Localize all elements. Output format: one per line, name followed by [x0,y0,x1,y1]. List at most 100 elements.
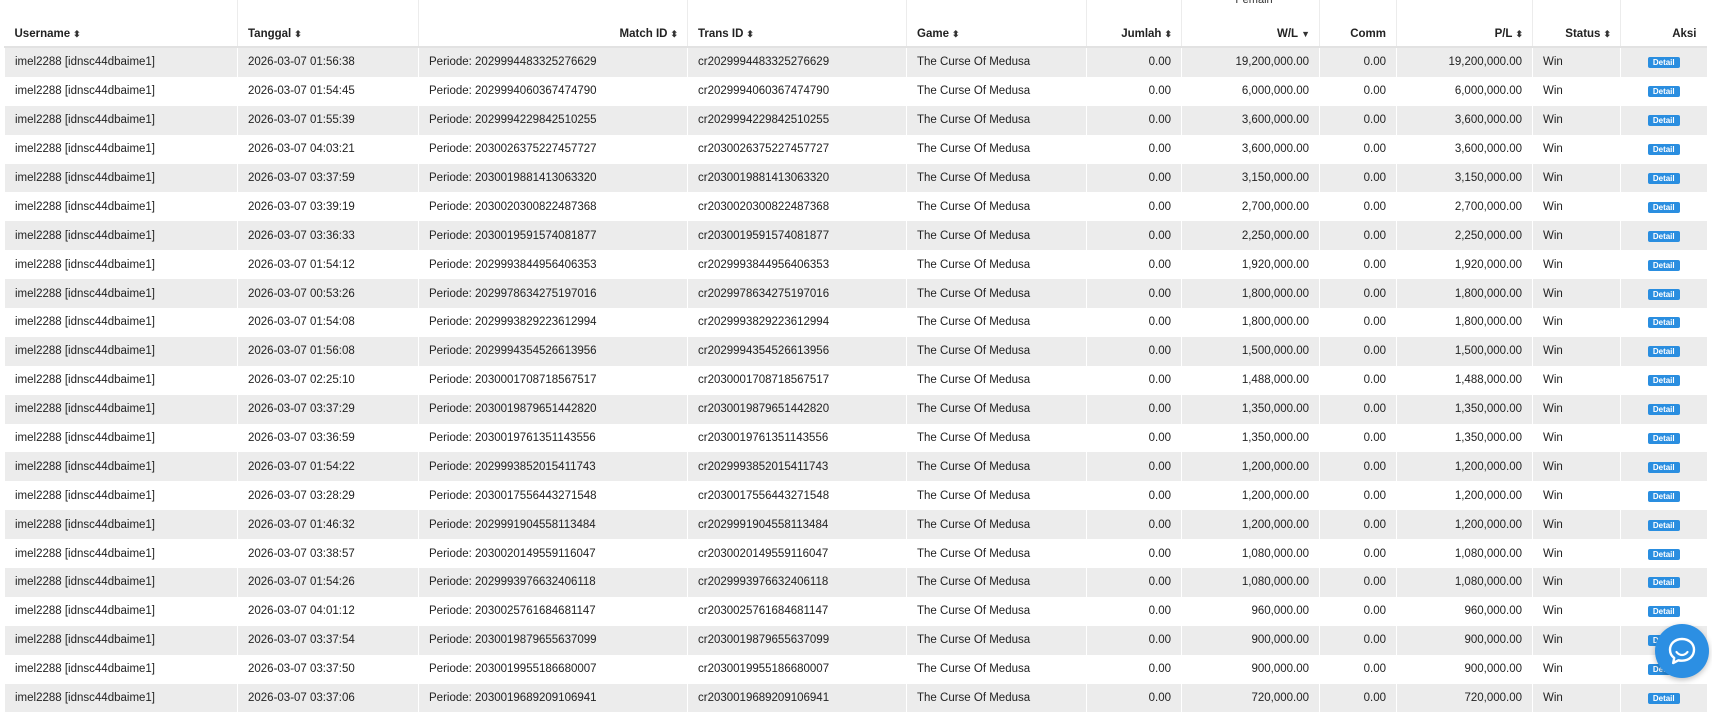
table-row: imel2288 [idnsc44dbaime1] 2026-03-07 03:3… [4,394,1707,424]
cell-match-id: Periode: 2029994229842510255 [418,105,688,135]
cell-comm: 0.00 [1319,596,1397,626]
cell-pl: 1,800,000.00 [1396,279,1533,309]
cell-jumlah: 0.00 [1086,394,1182,424]
cell-comm: 0.00 [1319,308,1397,337]
cell-comm: 0.00 [1319,539,1397,569]
table-row: imel2288 [idnsc44dbaime1] 2026-03-07 01:5… [4,568,1707,597]
detail-button[interactable]: Detail [1647,288,1680,300]
detail-button[interactable]: Detail [1647,433,1680,445]
cell-aksi: Detail [1620,510,1707,540]
cell-comm: 0.00 [1319,654,1397,684]
cell-aksi: Detail [1620,76,1707,106]
cell-tanggal: 2026-03-07 00:53:26 [237,279,419,309]
sort-icon[interactable]: ⬍ [1603,29,1610,39]
detail-button[interactable]: Detail [1647,259,1680,271]
cell-aksi: Detail [1620,481,1707,511]
cell-username: imel2288 [idnsc44dbaime1] [4,539,238,569]
cell-aksi: Detail [1620,336,1707,366]
cell-jumlah: 0.00 [1086,47,1182,77]
detail-button[interactable]: Detail [1647,548,1680,560]
detail-button[interactable]: Detail [1647,346,1680,358]
cell-jumlah: 0.00 [1086,365,1182,395]
detail-button[interactable]: Detail [1647,693,1680,705]
col-header-match-id[interactable]: Match ID ⬍ [418,0,688,48]
sort-icon[interactable]: ⬍ [952,29,959,39]
detail-button[interactable]: Detail [1647,375,1680,387]
cell-game: The Curse Of Medusa [906,596,1087,626]
cell-aksi: Detail [1620,683,1707,713]
chat-widget-button[interactable] [1655,624,1709,678]
cell-status: Win [1532,654,1621,684]
cell-username: imel2288 [idnsc44dbaime1] [4,76,238,106]
cell-jumlah: 0.00 [1086,279,1182,309]
cell-tanggal: 2026-03-07 01:54:26 [237,568,419,597]
detail-button[interactable]: Detail [1647,173,1680,184]
table-row: imel2288 [idnsc44dbaime1] 2026-03-07 01:5… [4,47,1707,77]
cell-aksi: Detail [1620,250,1707,280]
detail-button[interactable]: Detail [1647,606,1680,618]
cell-jumlah: 0.00 [1086,625,1182,655]
cell-match-id: Periode: 2029994483325276629 [418,47,688,77]
cell-tanggal: 2026-03-07 01:46:32 [237,510,419,540]
cell-status: Win [1532,47,1621,77]
col-header-pl[interactable]: P/L ⬍ [1396,0,1533,48]
cell-wl: 2,250,000.00 [1181,221,1320,251]
cell-trans-id: cr2030025761684681147 [687,596,907,626]
cell-wl: 1,488,000.00 [1181,365,1320,395]
cell-comm: 0.00 [1319,423,1397,453]
cell-trans-id: cr2029994483325276629 [687,47,907,77]
sort-icon[interactable]: ⬍ [1515,29,1522,39]
col-header-aksi: Aksi [1620,0,1707,48]
col-header-trans-id[interactable]: Trans ID ⬍ [687,0,907,48]
cell-comm: 0.00 [1319,568,1397,597]
cell-trans-id: cr2030019879655637099 [687,625,907,655]
sort-icon[interactable]: ⬍ [73,29,80,39]
cell-game: The Curse Of Medusa [906,394,1087,424]
detail-button[interactable]: Detail [1647,404,1680,416]
cell-comm: 0.00 [1319,76,1397,106]
detail-button[interactable]: Detail [1647,577,1680,589]
detail-button[interactable]: Detail [1647,519,1680,531]
cell-trans-id: cr2029978634275197016 [687,279,907,309]
cell-status: Win [1532,221,1621,251]
cell-match-id: Periode: 2029993852015411743 [418,452,688,482]
detail-button[interactable]: Detail [1647,115,1680,127]
detail-button[interactable]: Detail [1647,201,1680,213]
cell-username: imel2288 [idnsc44dbaime1] [4,163,238,193]
col-header-username[interactable]: Username ⬍ [4,0,238,48]
cell-pl: 3,600,000.00 [1396,134,1533,164]
col-header-tanggal[interactable]: Tanggal ⬍ [237,0,419,48]
cell-game: The Curse Of Medusa [906,625,1087,655]
cell-aksi: Detail [1620,47,1707,77]
cell-trans-id: cr2029993844956406353 [687,250,907,280]
cell-wl: 1,800,000.00 [1181,308,1320,337]
cell-trans-id: cr2030019955186680007 [687,654,907,684]
cell-status: Win [1532,596,1621,626]
cell-comm: 0.00 [1319,250,1397,280]
table-body: imel2288 [idnsc44dbaime1] 2026-03-07 01:5… [4,47,1707,713]
detail-button[interactable]: Detail [1647,57,1680,69]
col-header-status[interactable]: Status ⬍ [1532,0,1621,48]
detail-button[interactable]: Detail [1647,86,1680,98]
detail-button[interactable]: Detail [1647,317,1680,329]
cell-tanggal: 2026-03-07 01:54:45 [237,76,419,106]
cell-trans-id: cr2029994354526613956 [687,336,907,366]
cell-pl: 1,350,000.00 [1396,394,1533,424]
cell-jumlah: 0.00 [1086,308,1182,337]
sort-desc-icon[interactable]: ▼ [1301,29,1310,39]
detail-button[interactable]: Detail [1647,230,1680,242]
cell-pl: 3,600,000.00 [1396,105,1533,135]
sort-icon[interactable]: ⬍ [1164,29,1171,39]
sort-icon[interactable]: ⬍ [670,29,677,39]
table-row: imel2288 [idnsc44dbaime1] 2026-03-07 03:3… [4,683,1707,713]
detail-button[interactable]: Detail [1647,461,1680,473]
sort-icon[interactable]: ⬍ [294,29,301,39]
cell-wl: 960,000.00 [1181,596,1320,626]
cell-jumlah: 0.00 [1086,596,1182,626]
cell-jumlah: 0.00 [1086,163,1182,193]
detail-button[interactable]: Detail [1647,490,1680,502]
sort-icon[interactable]: ⬍ [746,29,753,39]
cell-username: imel2288 [idnsc44dbaime1] [4,452,238,482]
detail-button[interactable]: Detail [1647,144,1680,156]
col-header-game[interactable]: Game ⬍ [906,0,1087,48]
